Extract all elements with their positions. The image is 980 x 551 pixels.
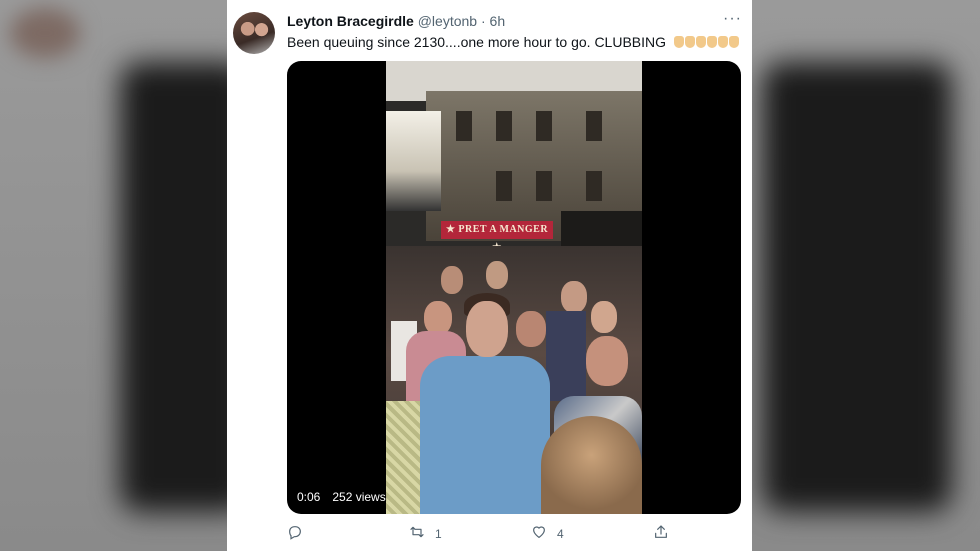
scene-person xyxy=(516,311,546,347)
video-info: 0:06 252 views xyxy=(297,490,386,504)
scene-window xyxy=(456,111,472,141)
retweet-button[interactable]: 1 xyxy=(409,524,442,543)
tweet-text: Been queuing since 2130....one more hour… xyxy=(287,34,740,50)
scene-person xyxy=(586,336,628,386)
scene-person xyxy=(441,266,463,294)
scene-person xyxy=(541,416,642,514)
reply-button[interactable] xyxy=(287,524,303,543)
retweet-count: 1 xyxy=(435,526,442,541)
raised-hands-icon xyxy=(673,36,684,48)
author-name[interactable]: Leyton Bracegirdle xyxy=(287,13,414,29)
blurred-video xyxy=(762,62,952,512)
scene-person xyxy=(420,356,550,514)
shop-sign: ★ PRET A MANGER ★ xyxy=(441,221,553,253)
scene-person xyxy=(561,281,587,313)
scene-person xyxy=(546,311,586,401)
scene-person xyxy=(466,301,508,357)
scene-window xyxy=(496,111,512,141)
video-frame[interactable]: ★ PRET A MANGER ★ xyxy=(386,61,642,514)
raised-hands-emojis xyxy=(673,34,740,50)
scene-window xyxy=(536,111,552,141)
raised-hands-icon xyxy=(684,36,695,48)
share-button[interactable] xyxy=(653,524,669,543)
scene-person xyxy=(486,261,508,289)
reply-icon xyxy=(287,524,303,543)
video-views: 252 views xyxy=(332,490,386,504)
author-row: Leyton Bracegirdle @leytonb · 6h xyxy=(287,13,505,29)
raised-hands-icon xyxy=(706,36,717,48)
scene-window xyxy=(536,171,552,201)
like-count: 4 xyxy=(557,526,564,541)
blurred-background-right xyxy=(752,0,980,551)
scene-window xyxy=(496,171,512,201)
like-button[interactable]: 4 xyxy=(531,524,564,543)
scene-person xyxy=(591,301,617,333)
raised-hands-icon xyxy=(717,36,728,48)
raised-hands-icon xyxy=(728,36,739,48)
author-handle[interactable]: @leytonb xyxy=(418,13,477,29)
heart-icon xyxy=(531,524,547,543)
tweet-time[interactable]: 6h xyxy=(490,13,506,29)
scene-person xyxy=(424,301,452,335)
tweet-text-content: Been queuing since 2130....one more hour… xyxy=(287,34,667,50)
blurred-background-left xyxy=(0,0,250,551)
tweet-actions: 1 4 xyxy=(287,524,741,548)
video-duration: 0:06 xyxy=(297,490,321,504)
more-options-icon[interactable]: ··· xyxy=(723,10,742,28)
video-player[interactable]: ★ PRET A MANGER ★ 0:06 252 views xyxy=(287,61,741,514)
blurred-avatar xyxy=(10,8,80,58)
retweet-icon xyxy=(409,524,425,543)
separator: · xyxy=(480,13,486,29)
share-icon xyxy=(653,524,669,543)
raised-hands-icon xyxy=(695,36,706,48)
avatar[interactable] xyxy=(233,12,275,54)
scene-awning xyxy=(386,111,441,211)
tweet-card[interactable]: Leyton Bracegirdle @leytonb · 6h ··· Bee… xyxy=(227,0,752,551)
scene-window xyxy=(586,171,602,201)
scene-window xyxy=(586,111,602,141)
